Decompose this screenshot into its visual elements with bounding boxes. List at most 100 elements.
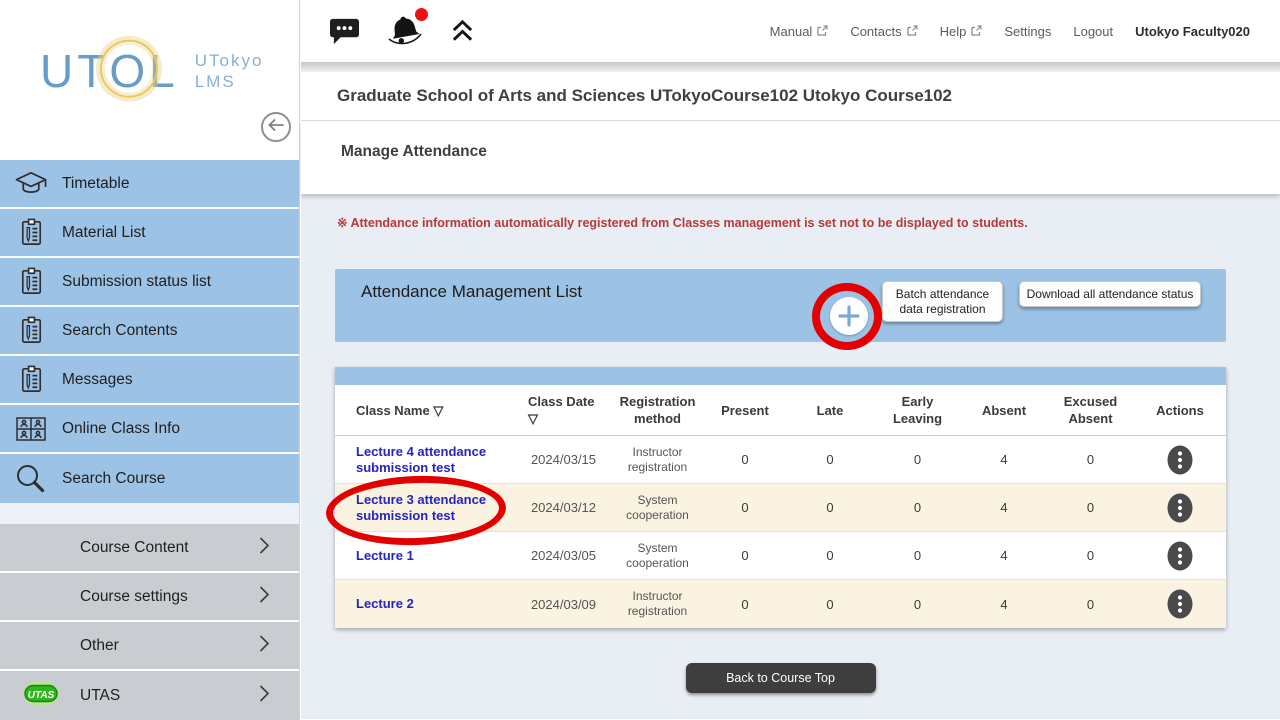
topbar: ManualContactsHelpSettingsLogout Utokyo … [301, 0, 1280, 62]
sidebar-item-label: Search Course [62, 470, 165, 488]
chat-icon[interactable] [329, 17, 360, 46]
topbar-icons [329, 12, 475, 50]
topbar-link-help[interactable]: Help [940, 24, 983, 39]
class-date-cell: 2024/03/12 [516, 500, 611, 515]
sidebar-section-divider [0, 503, 299, 524]
class-name-link[interactable]: Lecture 4 attendance submission test [356, 444, 486, 475]
absent-cell: 4 [961, 597, 1047, 612]
sidebar-item-course-settings[interactable]: Course settings [0, 573, 299, 622]
column-header-registration-method: Registration method [611, 393, 704, 427]
content-area: ※ Attendance information automatically r… [301, 194, 1280, 719]
column-header-class-name[interactable]: Class Name ▽ [335, 402, 516, 419]
sidebar-collapse-button[interactable] [261, 112, 291, 142]
collapse-icon[interactable] [450, 18, 475, 44]
present-cell: 0 [704, 597, 786, 612]
download-all-attendance-button[interactable]: Download all attendance status [1019, 281, 1201, 307]
sidebar-section-nav: Course Content Course settingsOtherUTASUT… [0, 524, 299, 720]
late-cell: 0 [786, 452, 874, 467]
back-button-wrapper: Back to Course Top [335, 663, 1226, 693]
class-date-cell: 2024/03/05 [516, 548, 611, 563]
logo-letter: U [40, 45, 77, 97]
topbar-link-settings[interactable]: Settings [1004, 24, 1051, 39]
search-icon [0, 461, 62, 497]
back-to-course-top-button[interactable]: Back to Course Top [686, 663, 876, 693]
class-name-link[interactable]: Lecture 2 [356, 596, 414, 611]
graduation-cap-icon [0, 168, 62, 199]
batch-attendance-registration-button[interactable]: Batch attendance data registration [882, 281, 1003, 322]
topbar-link-label: Logout [1073, 24, 1113, 39]
sidebar-item-material-list[interactable]: Material List [0, 209, 299, 258]
row-actions-kebab-button[interactable] [1167, 445, 1193, 475]
topbar-link-logout[interactable]: Logout [1073, 24, 1113, 39]
logo-gold-ring [100, 40, 158, 98]
sidebar-item-online-class-info[interactable]: Online Class Info [0, 405, 299, 454]
chevron-right-icon [257, 535, 271, 560]
class-name-cell: Lecture 4 attendance submission test [335, 444, 516, 476]
clipboard-icon [0, 364, 62, 395]
row-actions-kebab-button[interactable] [1167, 589, 1193, 619]
column-header-present: Present [704, 402, 786, 419]
bell-icon[interactable] [384, 12, 426, 50]
present-cell: 0 [704, 500, 786, 515]
topbar-link-contacts[interactable]: Contacts [850, 24, 917, 39]
attendance-notice: ※ Attendance information automatically r… [337, 215, 1028, 230]
sidebar-item-messages[interactable]: Messages [0, 356, 299, 405]
early-leaving-cell: 0 [874, 500, 961, 515]
excused-absent-cell: 0 [1047, 500, 1134, 515]
table-row: Lecture 12024/03/05System cooperation000… [335, 532, 1226, 580]
present-cell: 0 [704, 548, 786, 563]
row-actions-kebab-button[interactable] [1167, 541, 1193, 571]
add-attendance-button[interactable] [830, 297, 868, 335]
sidebar-item-timetable[interactable]: Timetable [0, 160, 299, 209]
table-row: Lecture 22024/03/09Instructor registrati… [335, 580, 1226, 628]
notification-badge [415, 8, 428, 21]
method-cell: Instructor registration [611, 445, 704, 475]
row-actions-kebab-button[interactable] [1167, 493, 1193, 523]
absent-cell: 4 [961, 452, 1047, 467]
actions-cell [1134, 541, 1226, 571]
sidebar-item-submission-status-list[interactable]: Submission status list [0, 258, 299, 307]
topbar-link-label: Help [940, 24, 967, 39]
excused-absent-cell: 0 [1047, 597, 1134, 612]
chevron-right-icon [257, 633, 271, 658]
sidebar-item-label: Submission status list [62, 273, 211, 291]
column-header-late: Late [786, 402, 874, 419]
utol-logo-subtitle: UTokyo LMS [195, 50, 264, 92]
sidebar-item-label: Course Content [80, 539, 189, 557]
sidebar-item-label: Messages [62, 371, 133, 389]
class-date-cell: 2024/03/15 [516, 452, 611, 467]
sidebar-item-other[interactable]: Other [0, 622, 299, 671]
column-header-class-date[interactable]: Class Date ▽ [516, 393, 611, 427]
chevron-right-icon [257, 683, 271, 708]
absent-cell: 4 [961, 500, 1047, 515]
clipboard-icon [0, 217, 62, 248]
column-header-actions: Actions [1134, 402, 1226, 419]
arrow-left-icon [267, 118, 285, 137]
sidebar-item-course-content[interactable]: Course Content [0, 524, 299, 573]
class-name-link[interactable]: Lecture 3 attendance submission test [356, 492, 486, 523]
clipboard-icon [0, 315, 62, 346]
method-cell: Instructor registration [611, 589, 704, 619]
sidebar-item-search-contents[interactable]: Search Contents [0, 307, 299, 356]
class-name-link[interactable]: Lecture 1 [356, 548, 414, 563]
external-link-icon [970, 25, 982, 37]
sidebar-item-utas[interactable]: UTASUTAS [0, 671, 299, 720]
page-title: Manage Attendance [301, 121, 1280, 194]
column-header-early-leaving: Early Leaving [874, 393, 961, 427]
topbar-link-manual[interactable]: Manual [770, 24, 829, 39]
sidebar-item-label: Online Class Info [62, 420, 180, 438]
sidebar-item-label: Timetable [62, 175, 129, 193]
column-header-excused-absent: Excused Absent [1047, 393, 1134, 427]
sidebar-main-nav: Timetable Material List Submission status … [0, 160, 299, 503]
people-grid-icon [0, 414, 62, 444]
main-area: ManualContactsHelpSettingsLogout Utokyo … [301, 0, 1280, 720]
sidebar-item-label: Material List [62, 224, 146, 242]
table-body: Lecture 4 attendance submission test 2024… [335, 436, 1226, 628]
clipboard-icon [0, 266, 62, 297]
present-cell: 0 [704, 452, 786, 467]
chevron-right-icon [257, 584, 271, 609]
topbar-link-group: Manual Contacts Help Settings Logout [770, 24, 1113, 39]
sidebar-item-search-course[interactable]: Search Course [0, 454, 299, 503]
class-name-cell: Lecture 2 [335, 596, 516, 612]
external-link-icon [816, 25, 828, 37]
